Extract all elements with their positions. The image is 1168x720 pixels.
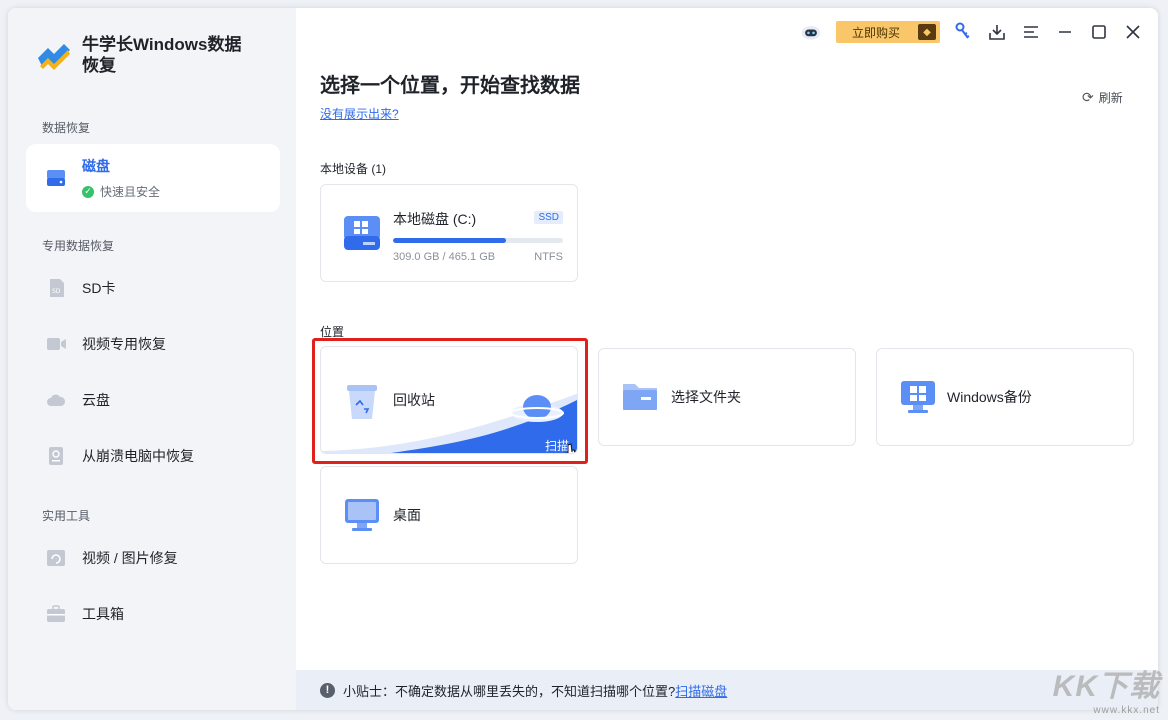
page-title: 选择一个位置，开始查找数据 <box>320 69 580 98</box>
menu-icon[interactable] <box>1020 21 1042 43</box>
buy-now-label: 立即购买 <box>852 24 900 41</box>
section-label-tools: 实用工具 <box>42 507 90 524</box>
desktop-card[interactable]: 桌面 <box>320 466 578 564</box>
title-bar: 立即购买 ◆ <box>788 20 1144 44</box>
minimize-icon[interactable] <box>1054 21 1076 43</box>
video-camera-icon <box>44 332 68 356</box>
sidebar-item-label: 视频 / 图片修复 <box>82 548 178 568</box>
sidebar-item-label: 从崩溃电脑中恢复 <box>82 446 194 466</box>
crashed-pc-icon <box>44 444 68 468</box>
select-folder-card[interactable]: 选择文件夹 <box>598 348 856 446</box>
sidebar-item-video-recovery[interactable]: 视频专用恢复 <box>26 316 280 372</box>
scan-disk-link[interactable]: 扫描磁盘 <box>675 681 727 700</box>
recycle-bin-icon <box>341 379 383 421</box>
key-icon[interactable] <box>952 21 974 43</box>
refresh-button[interactable]: ⟳ 刷新 <box>1082 89 1123 106</box>
tip-text: 小贴士：不确定数据从哪里丢失的，不知道扫描哪个位置? <box>343 681 675 700</box>
hand-cursor-icon <box>563 443 578 454</box>
disk-filesystem: NTFS <box>534 251 563 263</box>
diamond-icon: ◆ <box>918 24 936 40</box>
ssd-badge: SSD <box>534 211 563 224</box>
toolbox-icon <box>44 602 68 626</box>
cloud-icon <box>44 388 68 412</box>
section-label-special-recovery: 专用数据恢复 <box>42 237 114 254</box>
sidebar-item-toolbox[interactable]: 工具箱 <box>26 586 280 642</box>
section-label-data-recovery: 数据恢复 <box>42 119 90 136</box>
maximize-icon[interactable] <box>1088 21 1110 43</box>
info-icon: ! <box>320 683 335 698</box>
robot-assistant-icon[interactable] <box>800 21 822 43</box>
not-shown-link[interactable]: 没有展示出来? <box>320 105 399 122</box>
recycle-bin-card[interactable]: 回收站 扫描 <box>320 346 578 454</box>
select-folder-label: 选择文件夹 <box>671 387 741 407</box>
ufo-icon <box>507 383 567 433</box>
buy-now-button[interactable]: 立即购买 ◆ <box>836 21 940 43</box>
watermark-logo: KK下载 <box>1053 661 1160 705</box>
disk-usage-bar <box>393 238 563 243</box>
sidebar-item-label: 工具箱 <box>82 604 124 624</box>
sidebar-item-crashed-pc[interactable]: 从崩溃电脑中恢复 <box>26 428 280 484</box>
brand: 牛学长Windows数据恢复 <box>34 34 252 76</box>
shield-check-icon: ✓ <box>82 186 94 198</box>
disk-icon <box>44 166 68 190</box>
download-icon[interactable] <box>986 21 1008 43</box>
media-repair-icon <box>44 546 68 570</box>
sidebar-item-cloud[interactable]: 云盘 <box>26 372 280 428</box>
watermark: KK下载 www.kkx.net <box>1053 661 1160 716</box>
sidebar-item-sub: ✓ 快速且安全 <box>82 183 160 200</box>
app-title: 牛学长Windows数据恢复 <box>82 34 252 76</box>
app-window: 牛学长Windows数据恢复 数据恢复 磁盘 ✓ 快速且安全 专用数据恢复 <box>8 8 1158 710</box>
windows-backup-card[interactable]: Windows备份 <box>876 348 1134 446</box>
local-devices-label: 本地设备 (1) <box>320 160 386 177</box>
app-logo-icon <box>34 36 74 76</box>
windows-monitor-icon <box>897 376 939 418</box>
desktop-label: 桌面 <box>393 505 421 525</box>
close-icon[interactable] <box>1122 21 1144 43</box>
disk-card-c[interactable]: 本地磁盘 (C:) SSD 309.0 GB / 465.1 GB NTFS <box>320 184 578 282</box>
watermark-url: www.kkx.net <box>1053 705 1160 716</box>
sidebar-item-label: 视频专用恢复 <box>82 334 166 354</box>
folder-icon <box>619 376 661 418</box>
sidebar: 牛学长Windows数据恢复 数据恢复 磁盘 ✓ 快速且安全 专用数据恢复 <box>8 8 296 710</box>
refresh-icon: ⟳ <box>1082 89 1094 106</box>
svg-text:SD: SD <box>52 288 61 295</box>
windows-backup-label: Windows备份 <box>947 387 1032 407</box>
disk-used: 309.0 GB / 465.1 GB <box>393 251 495 263</box>
sidebar-item-label: 磁盘 <box>82 156 160 176</box>
hard-drive-icon <box>341 212 383 254</box>
desktop-monitor-icon <box>341 494 383 536</box>
sidebar-item-label: 云盘 <box>82 390 110 410</box>
tip-bar: ! 小贴士：不确定数据从哪里丢失的，不知道扫描哪个位置? 扫描磁盘 <box>296 670 1158 710</box>
refresh-label: 刷新 <box>1099 89 1123 106</box>
sidebar-item-disk[interactable]: 磁盘 ✓ 快速且安全 <box>26 144 280 212</box>
sidebar-item-label: SD卡 <box>82 278 115 298</box>
sidebar-item-sd-card[interactable]: SD SD卡 <box>26 260 280 316</box>
recycle-bin-label: 回收站 <box>393 390 435 410</box>
sidebar-item-sub-label: 快速且安全 <box>100 183 160 200</box>
disk-info: 本地磁盘 (C:) SSD 309.0 GB / 465.1 GB NTFS <box>393 209 563 263</box>
sidebar-item-media-repair[interactable]: 视频 / 图片修复 <box>26 530 280 586</box>
sd-card-icon: SD <box>44 276 68 300</box>
disk-usage-fill <box>393 238 506 243</box>
